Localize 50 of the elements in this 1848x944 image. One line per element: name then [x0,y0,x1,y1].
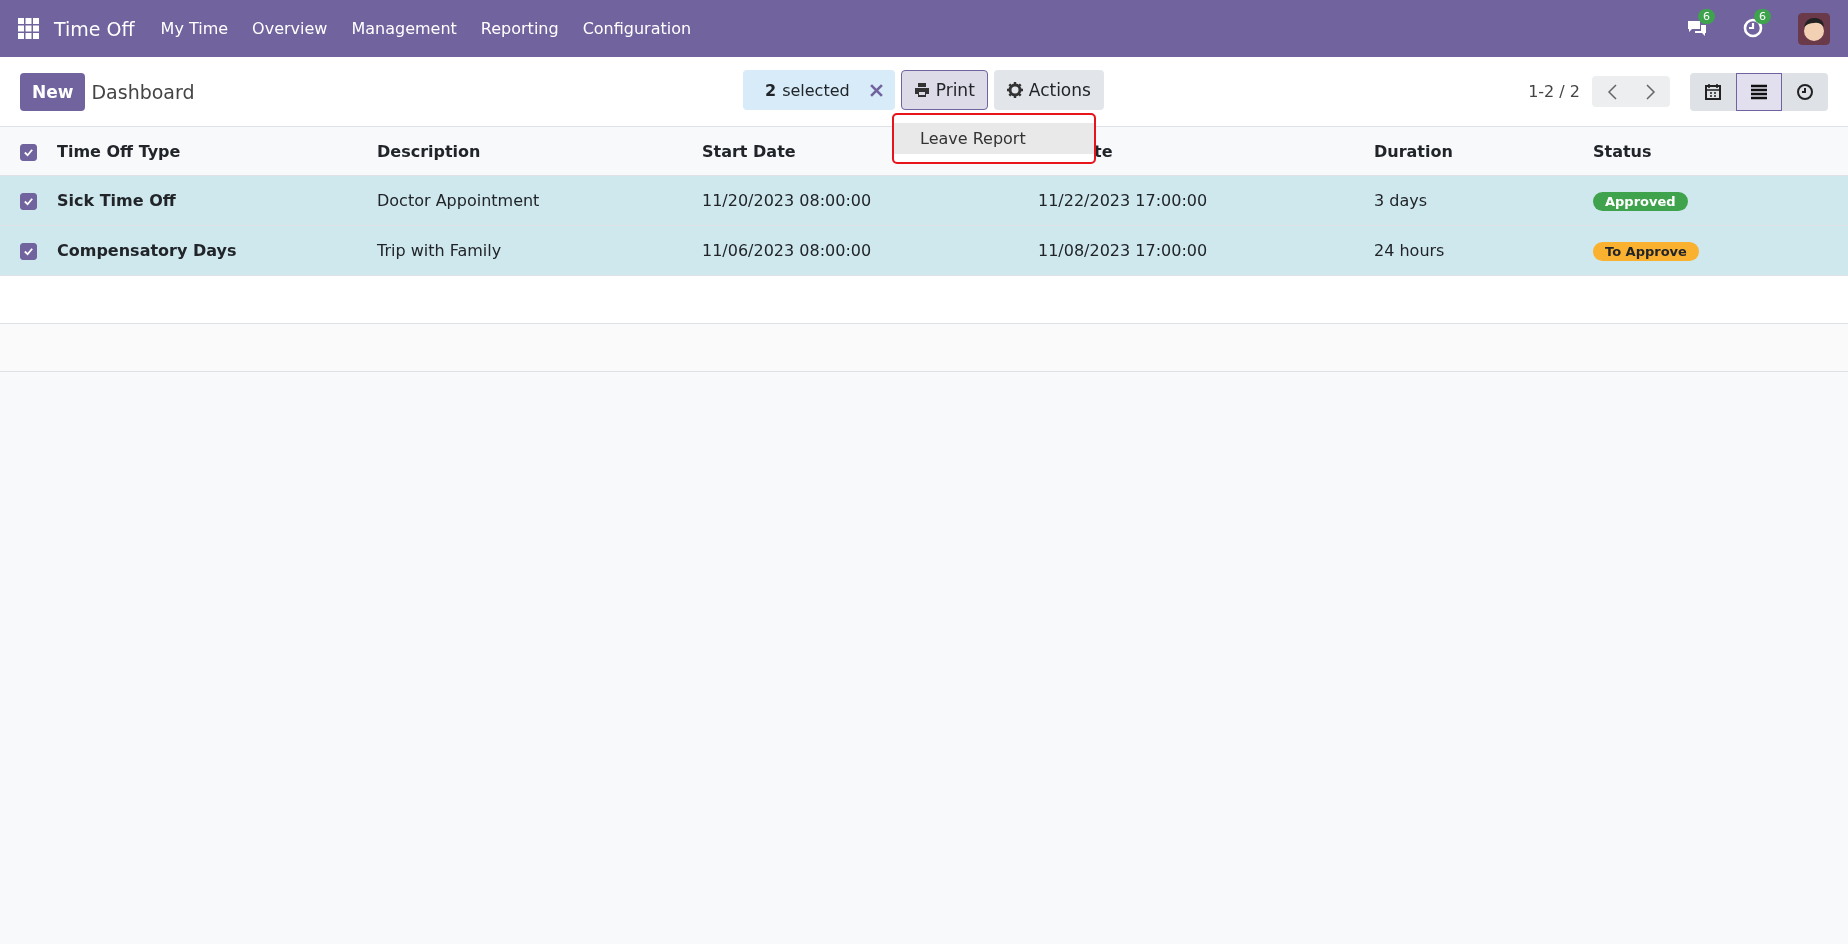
table-cell: 11/22/2023 17:00:00 [1038,191,1208,210]
menu-item[interactable]: Configuration [582,19,692,38]
table-cell: 3 days [1374,191,1428,210]
column-header[interactable]: Description [377,141,481,161]
status-badge: Approved [1593,191,1688,211]
table-cell: 11/08/2023 17:00:00 [1038,241,1208,260]
avatar-icon[interactable] [1798,12,1830,45]
column-header[interactable]: Status [1593,141,1652,161]
checkmark-icon [23,196,34,207]
select-all-checkbox[interactable] [20,143,37,161]
close-icon[interactable] [869,83,883,97]
print-button[interactable]: Print [900,70,988,110]
view-switch-button[interactable] [1736,72,1782,111]
checkmark-icon [23,246,34,257]
table-cell: 24 hours [1374,241,1445,260]
list-icon [1750,82,1768,101]
table-cell: Sick Time Off [57,191,176,210]
menu-item[interactable]: Management [351,19,457,38]
row-checkbox[interactable] [20,193,37,210]
actions-button[interactable]: Actions [993,70,1104,110]
selected-label: selected [782,80,850,100]
pager-text: 1-2 / 2 [1528,82,1580,101]
selected-count: 2 [765,80,777,100]
column-header[interactable]: Time Off Type [57,141,181,161]
column-header[interactable]: Start Date [702,141,796,161]
checkmark-icon [23,146,34,158]
notification-badge: 6 [1754,8,1771,24]
row-checkbox[interactable] [20,243,37,260]
breadcrumb: Dashboard [91,80,195,103]
menu-item[interactable]: Overview [252,19,328,38]
printer-icon [913,82,930,98]
dropdown-item[interactable]: Leave Report [894,123,1094,154]
column-header[interactable]: Duration [1374,141,1453,161]
status-badge: To Approve [1593,241,1699,261]
menu-item[interactable]: My Time [160,19,229,38]
table-cell: Compensatory Days [57,241,237,260]
chevron-right-icon [1644,83,1657,100]
apps-menu-icon[interactable] [18,17,40,40]
table-cell: Doctor Appointment [377,191,540,210]
new-button[interactable]: New [20,72,86,111]
notification-badge: 6 [1698,8,1715,24]
gear-icon [1006,82,1023,98]
calendar-icon [1704,82,1722,101]
table-cell: 11/20/2023 08:00:00 [702,191,872,210]
menu-item[interactable]: Reporting [480,19,559,38]
chevron-left-icon [1605,83,1618,100]
clock-icon [1796,82,1814,101]
table-cell: 11/06/2023 08:00:00 [702,241,872,260]
app-title[interactable]: Time Off [54,17,135,40]
table-cell: Trip with Family [377,241,502,260]
